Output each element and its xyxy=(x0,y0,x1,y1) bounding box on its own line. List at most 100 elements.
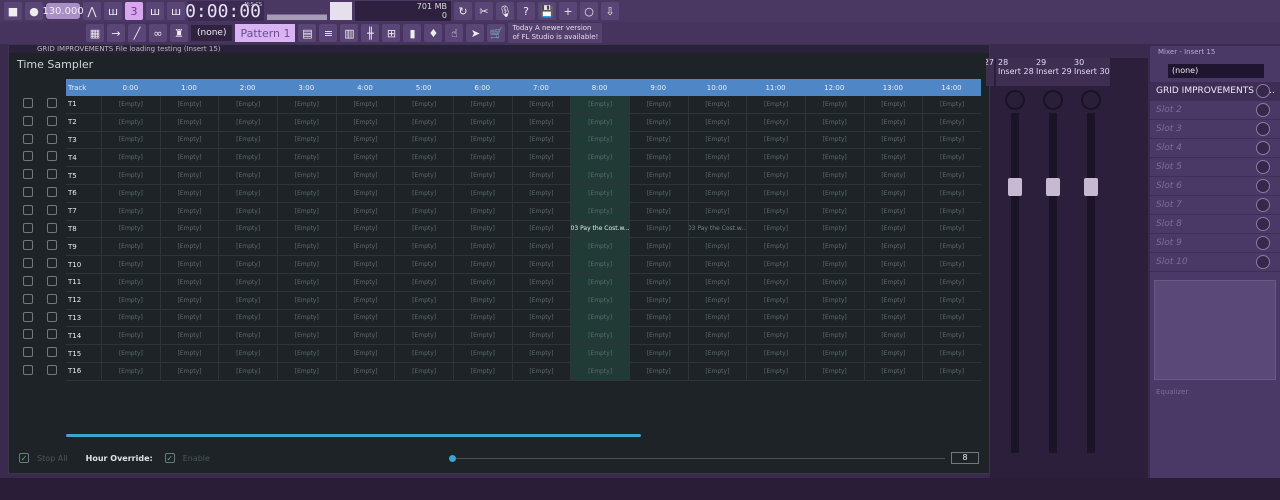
grid-cell[interactable]: [Empty] xyxy=(452,220,512,238)
grid-cell[interactable]: [Empty] xyxy=(804,291,864,309)
grid-cell[interactable]: [Empty] xyxy=(335,291,395,309)
grid-cell[interactable]: [Empty] xyxy=(511,202,571,220)
grid-cell[interactable]: [Empty] xyxy=(804,113,864,131)
grid-cell[interactable]: [Empty] xyxy=(922,149,981,167)
grid-cell[interactable]: [Empty] xyxy=(452,167,512,184)
grid-cell[interactable]: [Empty] xyxy=(452,327,512,345)
microphone-icon[interactable]: 🎙 xyxy=(496,2,514,20)
grid-cell[interactable]: [Empty] xyxy=(570,113,629,131)
mute-checkbox[interactable] xyxy=(23,151,33,162)
grid-cell[interactable]: [Empty] xyxy=(570,291,629,309)
grid-cell[interactable]: [Empty] xyxy=(746,345,805,362)
select-checkbox[interactable] xyxy=(47,204,57,215)
grid-cell[interactable]: [Empty] xyxy=(922,256,981,273)
grid-cell[interactable]: [Empty] xyxy=(570,184,629,202)
stamp-icon[interactable]: ♜ xyxy=(170,24,188,42)
grid-cell[interactable]: [Empty] xyxy=(159,113,219,131)
grid-cell[interactable]: [Empty] xyxy=(335,327,395,345)
browser-icon[interactable]: ⊞ xyxy=(382,24,401,42)
select-checkbox[interactable] xyxy=(47,115,57,126)
grid-cell[interactable]: [Empty] xyxy=(394,309,453,327)
grid-cell[interactable]: [Empty] xyxy=(335,202,395,220)
grid-cell[interactable]: [Empty] xyxy=(687,309,747,327)
select-checkbox[interactable] xyxy=(47,222,57,233)
grid-cell[interactable]: [Empty] xyxy=(335,345,395,362)
grid-cell[interactable]: [Empty] xyxy=(511,309,571,327)
grid-cell[interactable]: [Empty] xyxy=(101,291,160,309)
grid-cell[interactable]: [Empty] xyxy=(746,113,805,131)
grid-cell[interactable]: [Empty] xyxy=(863,220,923,238)
grid-cell[interactable]: [Empty] xyxy=(511,256,571,273)
grid-cell[interactable]: [Empty] xyxy=(452,273,512,291)
pattern-song-switch[interactable] xyxy=(330,2,352,20)
grid-cell[interactable]: [Empty] xyxy=(628,113,688,131)
stop-button[interactable]: ■ xyxy=(4,2,22,20)
grid-cell[interactable]: [Empty] xyxy=(394,167,453,184)
grid-cell[interactable]: [Empty] xyxy=(101,273,160,291)
grid-cell[interactable]: [Empty] xyxy=(687,345,747,362)
grid-cell[interactable]: [Empty] xyxy=(628,149,688,167)
mute-checkbox[interactable] xyxy=(23,133,33,144)
metronome-icon[interactable]: ⋀ xyxy=(83,2,101,20)
grid-cell[interactable]: [Empty] xyxy=(746,131,805,149)
mute-checkbox[interactable] xyxy=(23,329,33,340)
grid-cell[interactable]: [Empty] xyxy=(335,149,395,167)
grid-cell[interactable]: [Empty] xyxy=(159,167,219,184)
step-edit-icon[interactable]: ш xyxy=(146,2,164,20)
grid-cell[interactable]: [Empty] xyxy=(394,345,453,362)
grid-cell[interactable]: [Empty] xyxy=(335,131,395,149)
cut-icon[interactable]: ✂ xyxy=(475,2,493,20)
grid-cell[interactable]: [Empty] xyxy=(746,96,805,113)
grid-cell[interactable]: [Empty] xyxy=(394,291,453,309)
grid-cell[interactable]: [Empty] xyxy=(276,238,336,256)
grid-cell[interactable]: [Empty] xyxy=(746,149,805,167)
piano-icon[interactable]: ▦ xyxy=(86,24,104,42)
grid-cell[interactable]: [Empty] xyxy=(218,220,277,238)
grid-cell[interactable]: [Empty] xyxy=(570,362,629,380)
grid-cell[interactable]: [Empty] xyxy=(628,202,688,220)
grid-cell[interactable]: [Empty] xyxy=(746,167,805,184)
grid-cell[interactable]: [Empty] xyxy=(863,309,923,327)
grid-cell[interactable]: [Empty] xyxy=(335,309,395,327)
grid-cell[interactable]: [Empty] xyxy=(570,273,629,291)
grid-cell[interactable]: [Empty] xyxy=(159,362,219,380)
grid-cell[interactable]: [Empty] xyxy=(863,131,923,149)
select-checkbox[interactable] xyxy=(47,169,57,180)
effect-slot[interactable]: Slot 9 xyxy=(1150,234,1280,253)
grid-cell[interactable]: [Empty] xyxy=(746,362,805,380)
grid-cell[interactable]: [Empty] xyxy=(570,202,629,220)
volume-fader[interactable] xyxy=(1046,178,1060,196)
countdown-icon[interactable]: 3 xyxy=(125,2,143,20)
grid-cell[interactable]: [Empty] xyxy=(394,220,453,238)
mute-checkbox[interactable] xyxy=(23,347,33,358)
grid-cell[interactable]: [Empty] xyxy=(687,273,747,291)
mute-checkbox[interactable] xyxy=(23,222,33,233)
grid-cell[interactable]: [Empty] xyxy=(687,96,747,113)
grid-cell[interactable]: [Empty] xyxy=(218,202,277,220)
grid-cell[interactable]: 03 Pay the Cost.w... xyxy=(687,220,746,238)
grid-cell[interactable]: [Empty] xyxy=(276,362,336,380)
select-checkbox[interactable] xyxy=(47,187,57,197)
grid-cell[interactable]: [Empty] xyxy=(687,327,747,345)
mute-checkbox[interactable] xyxy=(23,187,33,197)
grid-cell[interactable]: [Empty] xyxy=(511,149,571,167)
grid-cell[interactable]: [Empty] xyxy=(570,309,629,327)
grid-cell[interactable]: [Empty] xyxy=(159,327,219,345)
tempo-display[interactable]: 130.000 xyxy=(42,3,84,19)
mute-checkbox[interactable] xyxy=(23,204,33,215)
grid-cell[interactable]: [Empty] xyxy=(335,96,395,113)
channel-select[interactable]: (none) xyxy=(191,25,233,41)
select-checkbox[interactable] xyxy=(47,151,57,162)
grid-cell[interactable]: [Empty] xyxy=(276,220,336,238)
grid-cell[interactable]: [Empty] xyxy=(511,113,571,131)
grid-cell[interactable]: [Empty] xyxy=(452,345,512,362)
grid-cell[interactable]: [Empty] xyxy=(394,113,453,131)
grid-cell[interactable]: [Empty] xyxy=(159,220,219,238)
mute-checkbox[interactable] xyxy=(23,365,33,375)
select-checkbox[interactable] xyxy=(47,311,57,322)
grid-cell[interactable]: [Empty] xyxy=(804,238,864,256)
grid-cell[interactable]: [Empty] xyxy=(863,345,923,362)
effect-slot[interactable]: Slot 7 xyxy=(1150,196,1280,215)
grid-cell[interactable]: [Empty] xyxy=(687,256,747,273)
grid-cell[interactable]: [Empty] xyxy=(159,345,219,362)
